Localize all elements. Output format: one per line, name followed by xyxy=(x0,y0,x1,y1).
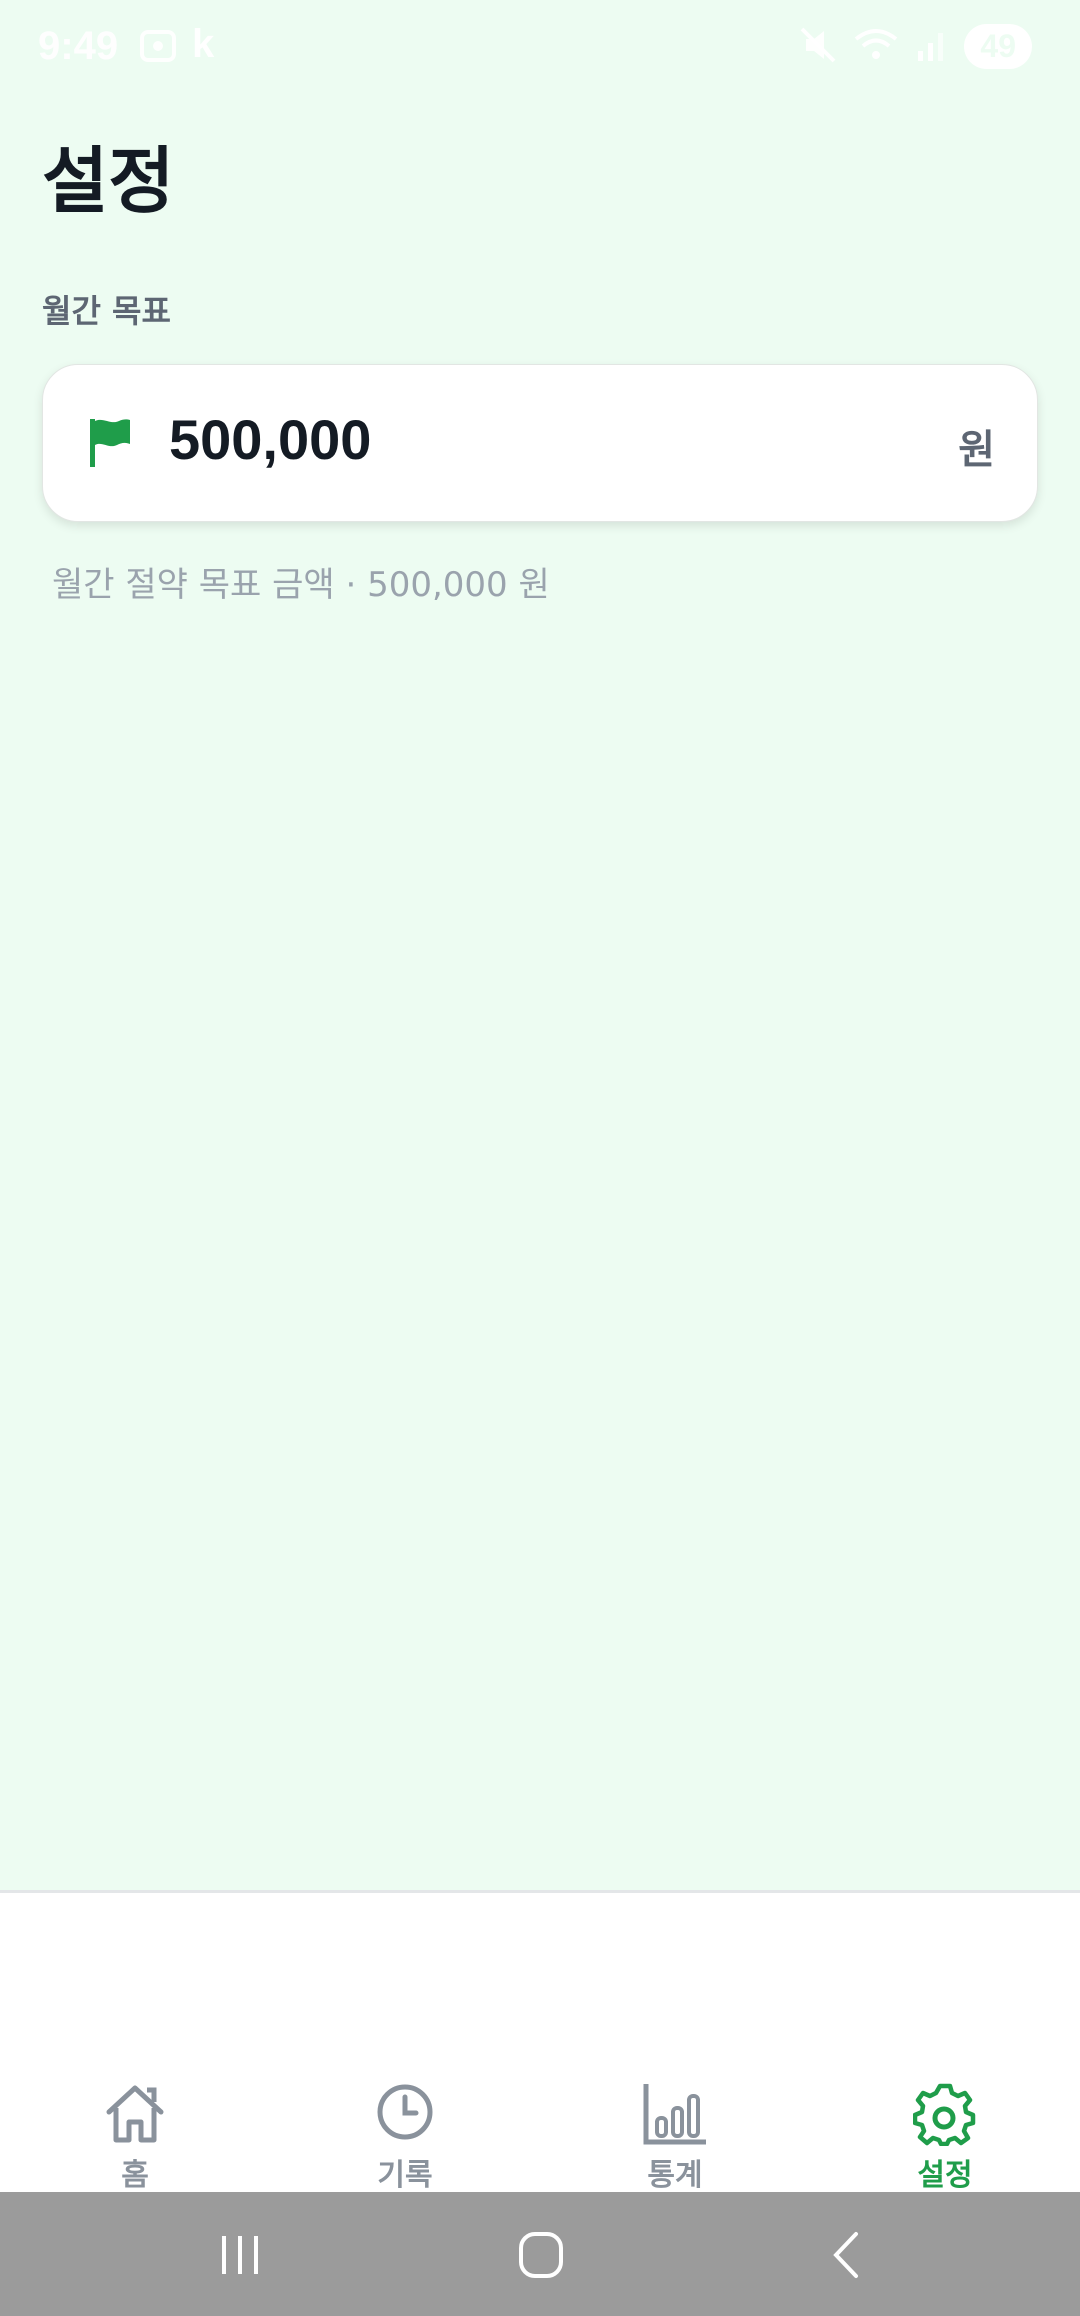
bottom-tab-bar: 홈 기록 통계 설정 xyxy=(0,2064,1080,2193)
tab-label: 홈 xyxy=(121,2158,149,2193)
screenshot-icon xyxy=(138,26,178,70)
status-time: 9:49 xyxy=(38,24,119,68)
tab-stats[interactable]: 통계 xyxy=(540,2064,810,2193)
carrier-letter: k xyxy=(192,22,215,66)
flag-icon xyxy=(87,417,133,469)
back-icon[interactable] xyxy=(826,2224,866,2288)
status-bar: 9:49 k 49 xyxy=(0,0,1080,96)
system-nav-bar xyxy=(0,2192,1080,2316)
tab-label: 기록 xyxy=(377,2158,433,2193)
tab-label: 통계 xyxy=(647,2158,703,2193)
ad-banner-area xyxy=(0,1890,1080,2068)
tab-settings[interactable]: 설정 xyxy=(810,2064,1080,2193)
section-label-monthly-goal: 월간 목표 xyxy=(42,292,171,330)
wifi-icon xyxy=(854,27,898,67)
goal-unit-label: 원 xyxy=(958,427,995,473)
goal-helper-text: 월간 절약 목표 금액 · 500,000 원 xyxy=(52,565,550,605)
mute-icon xyxy=(800,25,836,69)
home-circle-icon[interactable] xyxy=(516,2224,568,2288)
goal-amount-input[interactable] xyxy=(169,407,869,472)
tab-label: 설정 xyxy=(917,2158,973,2193)
tab-history[interactable]: 기록 xyxy=(270,2064,540,2193)
page-title: 설정 xyxy=(42,139,175,223)
goal-input-card[interactable]: 원 xyxy=(42,364,1038,522)
recents-icon[interactable] xyxy=(216,2224,266,2288)
status-right-icons: 49 xyxy=(800,24,1032,69)
tab-home[interactable]: 홈 xyxy=(0,2064,270,2193)
battery-indicator: 49 xyxy=(964,24,1032,69)
signal-icon xyxy=(916,27,946,67)
